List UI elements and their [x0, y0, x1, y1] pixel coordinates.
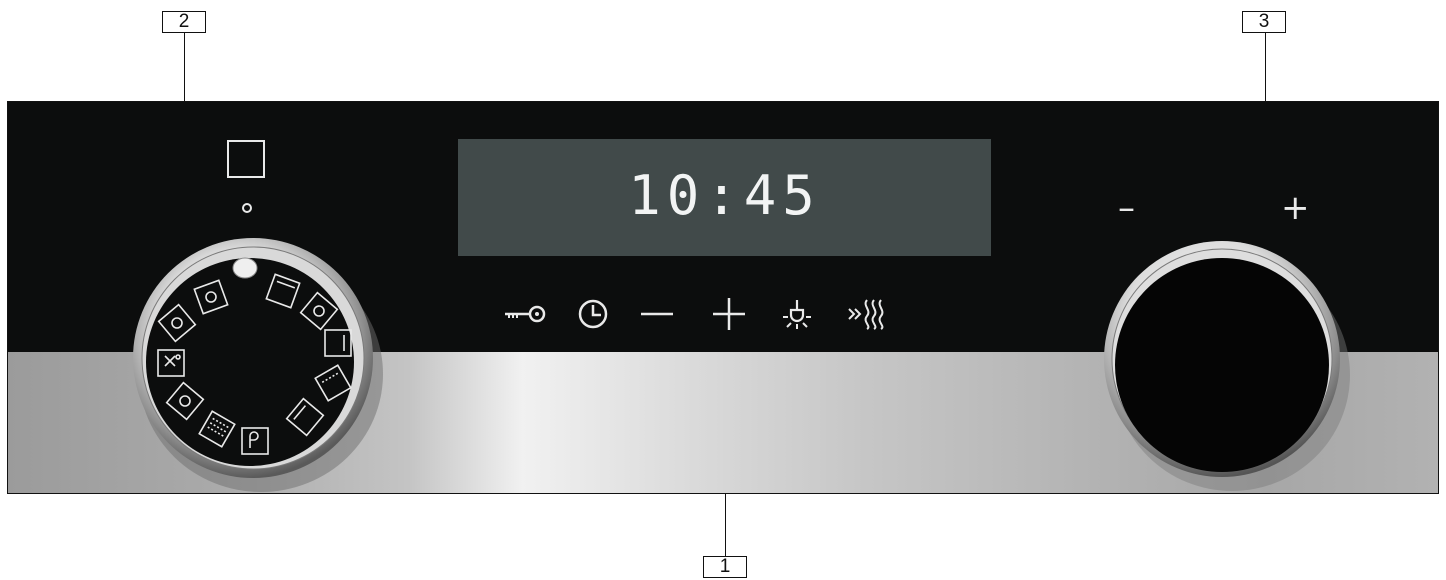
- callout-3: 3: [1242, 11, 1286, 33]
- display-time: 10:45: [628, 164, 821, 227]
- clock-display: 10:45: [458, 139, 991, 256]
- clock-button[interactable]: [571, 292, 615, 336]
- child-lock-button[interactable]: [503, 292, 547, 336]
- clock-icon: [578, 299, 608, 329]
- light-button[interactable]: [775, 292, 819, 336]
- key-icon: [505, 305, 546, 323]
- bulb-icon: [783, 300, 811, 329]
- rapid-heat-icon: [848, 299, 884, 330]
- plus-button[interactable]: [707, 292, 751, 336]
- rapid-heat-button[interactable]: [846, 292, 890, 336]
- function-selector-knob[interactable]: [130, 232, 392, 494]
- function-indicator-dot: [242, 203, 252, 213]
- minus-icon: [641, 312, 673, 316]
- temp-plus-label: +: [1281, 188, 1310, 228]
- plus-icon: [713, 298, 745, 330]
- temp-minus-label: –: [1118, 188, 1135, 228]
- minus-button[interactable]: [635, 292, 679, 336]
- function-indicator-square: [227, 140, 265, 178]
- temperature-knob[interactable]: [1098, 235, 1358, 494]
- callout-1: 1: [703, 556, 747, 578]
- control-panel: 10:45 – +: [7, 101, 1439, 494]
- callout-2: 2: [162, 11, 206, 33]
